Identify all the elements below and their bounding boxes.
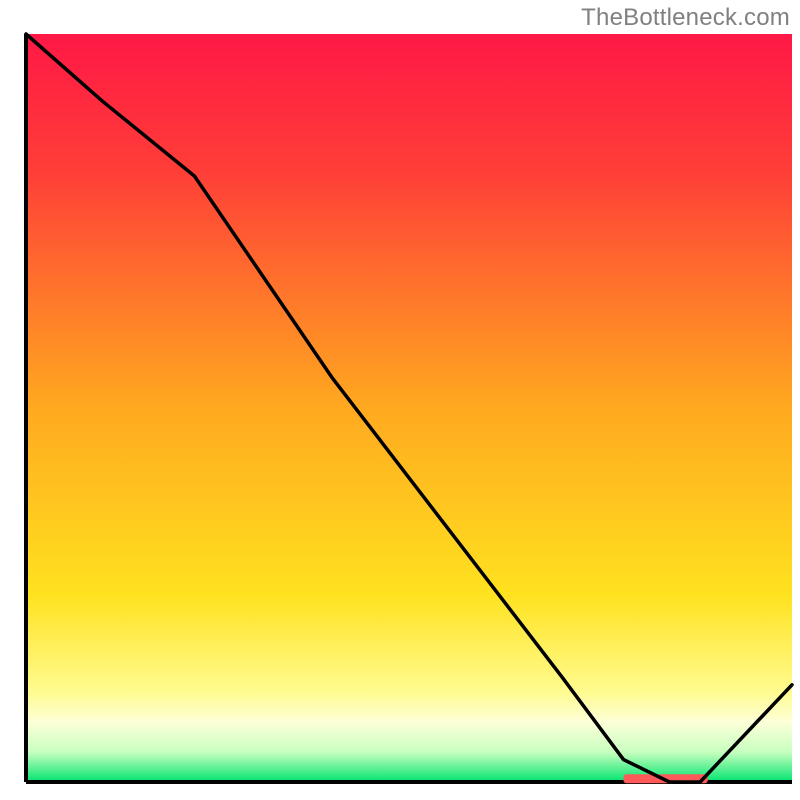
bottleneck-chart: [0, 0, 800, 800]
plot-background: [26, 34, 792, 782]
chart-canvas: TheBottleneck.com: [0, 0, 800, 800]
attribution-label: TheBottleneck.com: [581, 4, 790, 32]
